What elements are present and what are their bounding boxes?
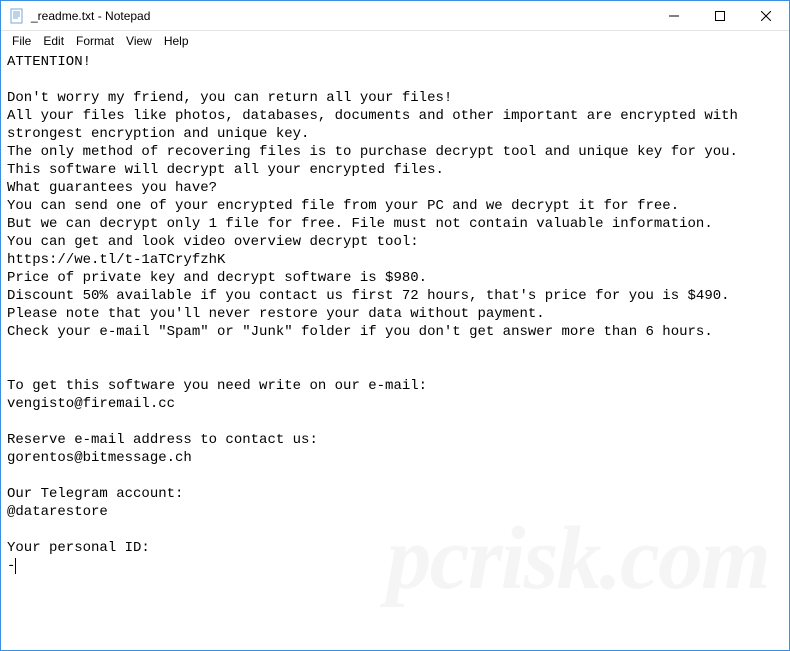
document-text: ATTENTION! Don't worry my friend, you ca… (7, 54, 746, 574)
maximize-button[interactable] (697, 1, 743, 30)
titlebar[interactable]: _readme.txt - Notepad (1, 1, 789, 31)
minimize-button[interactable] (651, 1, 697, 30)
menu-view[interactable]: View (121, 33, 157, 49)
notepad-window: _readme.txt - Notepad File Edit Format V… (0, 0, 790, 651)
menubar: File Edit Format View Help (1, 31, 789, 51)
menu-file[interactable]: File (7, 33, 36, 49)
menu-help[interactable]: Help (159, 33, 194, 49)
notepad-icon (9, 8, 25, 24)
text-caret (15, 558, 16, 574)
window-title: _readme.txt - Notepad (31, 9, 651, 23)
close-button[interactable] (743, 1, 789, 30)
text-editor[interactable]: ATTENTION! Don't worry my friend, you ca… (1, 51, 789, 650)
menu-format[interactable]: Format (71, 33, 119, 49)
menu-edit[interactable]: Edit (38, 33, 69, 49)
window-controls (651, 1, 789, 30)
